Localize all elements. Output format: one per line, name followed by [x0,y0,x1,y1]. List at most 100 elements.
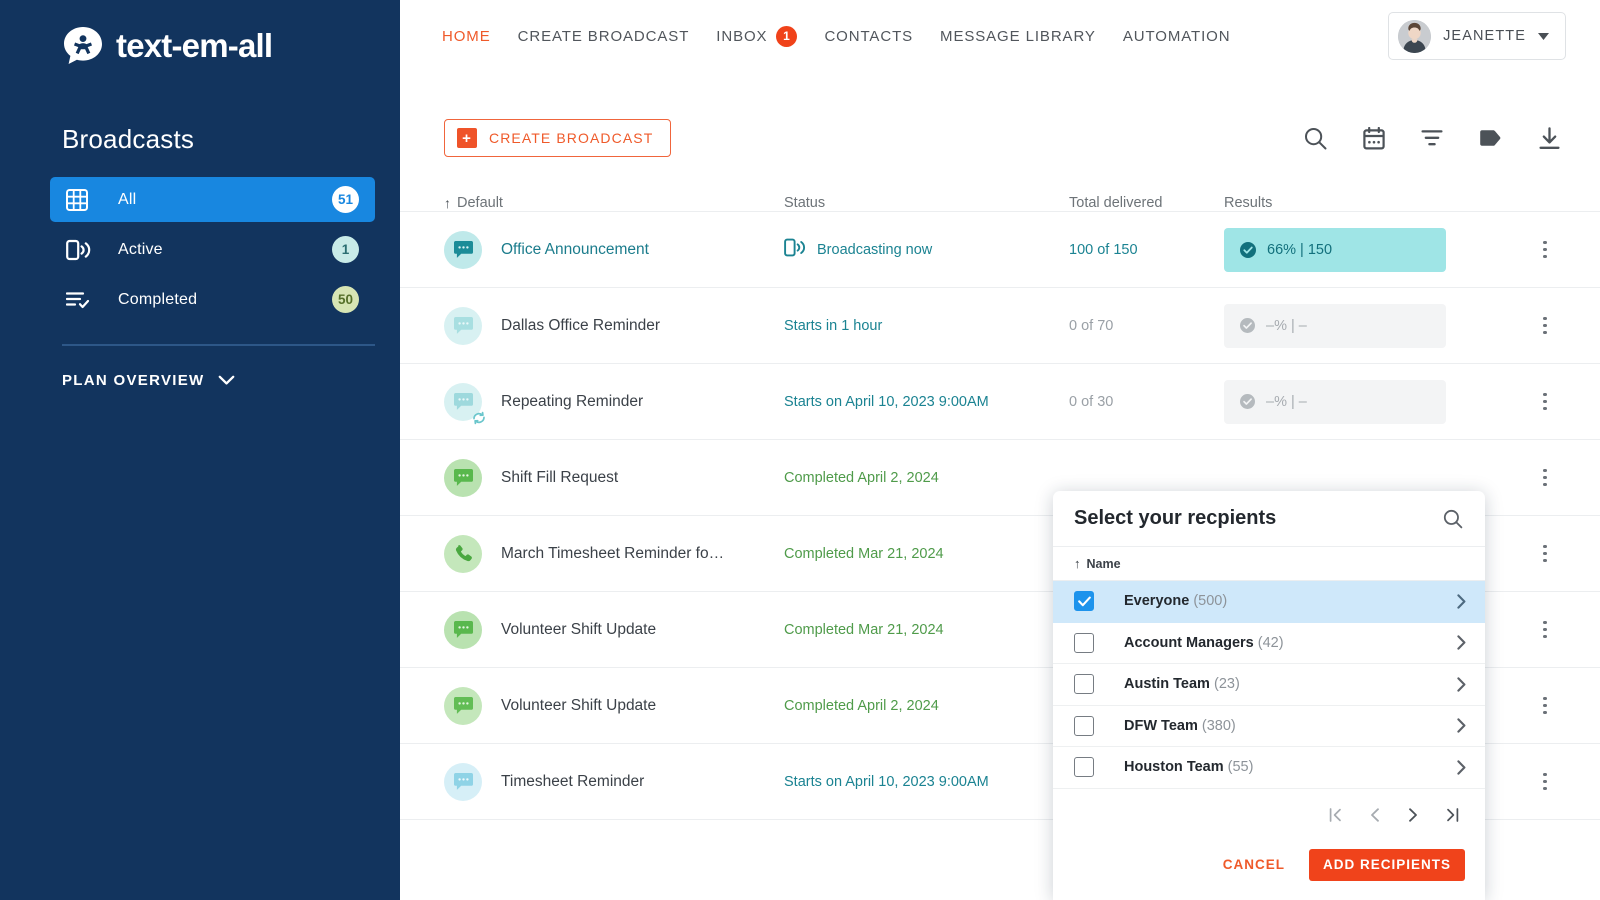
nav-item-message-library[interactable]: MESSAGE LIBRARY [940,28,1123,45]
broadcast-status-cell: Starts on April 10, 2023 9:00AM [784,774,1069,790]
nav-item-automation[interactable]: AUTOMATION [1123,28,1258,45]
search-icon[interactable] [1443,509,1463,529]
search-icon[interactable] [1304,127,1327,150]
toolbar-actions [1304,127,1560,150]
filter-icon[interactable] [1421,129,1443,147]
kebab-menu-icon[interactable] [1530,317,1560,335]
kebab-menu-icon[interactable] [1530,773,1560,791]
repeat-icon [471,410,487,426]
cancel-button[interactable]: CANCEL [1213,849,1295,880]
broadcast-name[interactable]: Office Announcement [501,241,649,259]
broadcast-name[interactable]: Repeating Reminder [501,393,643,411]
dialog-header: Select your recpients [1053,491,1485,547]
sidebar-item-active[interactable]: Active 1 [50,227,375,272]
dialog-title: Select your recpients [1074,507,1443,530]
sidebar-item-label: Completed [118,291,332,309]
recipient-row-austin-team[interactable]: Austin Team (23) [1053,664,1485,706]
kebab-menu-icon[interactable] [1530,697,1560,715]
last-page-icon[interactable] [1446,808,1459,822]
chat-bubble-repeat-icon [444,383,482,421]
broadcast-name[interactable]: Dallas Office Reminder [501,317,660,335]
broadcast-status-cell: Completed Mar 21, 2024 [784,546,1069,562]
table-row[interactable]: Repeating Reminder Starts on April 10, 2… [400,364,1600,440]
sidebar: text-em-all Broadcasts All 51 [0,0,400,900]
top-navigation: HOME CREATE BROADCAST INBOX 1 CONTACTS M… [400,0,1600,72]
add-recipients-button[interactable]: ADD RECIPIENTS [1309,849,1465,881]
chevron-right-icon[interactable] [1457,635,1466,650]
column-header-results[interactable]: Results [1224,195,1560,211]
broadcast-status-label: Starts on April 10, 2023 9:00AM [784,774,989,790]
recipient-row-account-managers[interactable]: Account Managers (42) [1053,623,1485,665]
column-header-name-label: Default [457,195,503,211]
column-header-name[interactable]: ↑ Default [444,195,784,211]
recipient-count: (55) [1228,759,1254,775]
broadcast-name[interactable]: Timesheet Reminder [501,773,644,791]
broadcast-name[interactable]: Volunteer Shift Update [501,697,656,715]
recipient-row-houston-team[interactable]: Houston Team (55) [1053,747,1485,789]
nav-item-create-broadcast[interactable]: CREATE BROADCAST [518,28,717,45]
broadcast-name[interactable]: Shift Fill Request [501,469,618,487]
prev-page-icon[interactable] [1370,808,1380,822]
broadcast-name-cell: Shift Fill Request [444,459,784,497]
results-badge[interactable]: –% | – [1224,380,1446,424]
avatar [1398,20,1431,53]
broadcast-status-label: Completed April 2, 2024 [784,698,939,714]
kebab-menu-icon[interactable] [1530,469,1560,487]
create-broadcast-label: CREATE BROADCAST [489,130,653,146]
sidebar-item-label: Active [118,241,332,259]
download-icon[interactable] [1539,127,1560,150]
recipient-checkbox[interactable] [1074,716,1094,736]
recipient-row-everyone[interactable]: Everyone (500) [1053,581,1485,623]
results-cell: –% | – [1224,304,1560,348]
app-root: text-em-all Broadcasts All 51 [0,0,1600,900]
broadcast-name[interactable]: Volunteer Shift Update [501,621,656,639]
calendar-icon[interactable] [1363,127,1385,150]
results-badge[interactable]: 66% | 150 [1224,228,1446,272]
first-page-icon[interactable] [1329,808,1342,822]
chevron-right-icon[interactable] [1457,760,1466,775]
kebab-menu-icon[interactable] [1530,393,1560,411]
broadcast-status-label: Completed Mar 21, 2024 [784,546,944,562]
chevron-right-icon[interactable] [1457,718,1466,733]
sidebar-item-completed[interactable]: Completed 50 [50,277,375,322]
brand-name: text-em-all [116,27,272,65]
nav-item-contacts[interactable]: CONTACTS [824,28,940,45]
chat-bubble-icon [444,307,482,345]
recipient-checkbox[interactable] [1074,591,1094,611]
recipient-name: Everyone [1124,593,1189,609]
column-header-total-delivered[interactable]: Total delivered [1069,195,1224,211]
column-header-status[interactable]: Status [784,195,1069,211]
brand-logo[interactable]: text-em-all [0,0,400,74]
phone-icon [444,535,482,573]
recipient-checkbox[interactable] [1074,633,1094,653]
table-row[interactable]: Office Announcement Broadcasting now 100… [400,212,1600,288]
broadcast-status-cell: Completed April 2, 2024 [784,470,1069,486]
results-badge[interactable]: –% | – [1224,304,1446,348]
nav-item-home[interactable]: HOME [442,28,518,45]
broadcast-name[interactable]: March Timesheet Reminder fo… [501,545,724,563]
recipient-checkbox[interactable] [1074,757,1094,777]
check-circle-icon [1240,394,1255,409]
table-row[interactable]: Dallas Office Reminder Starts in 1 hour … [400,288,1600,364]
chevron-right-icon[interactable] [1457,594,1466,609]
chat-bubble-icon [444,459,482,497]
recipient-row-dfw-team[interactable]: DFW Team (380) [1053,706,1485,748]
recipient-label: Austin Team (23) [1124,676,1457,692]
kebab-menu-icon[interactable] [1530,621,1560,639]
tag-icon[interactable] [1479,128,1503,148]
next-page-icon[interactable] [1408,808,1418,822]
inbox-unread-badge: 1 [776,26,797,47]
kebab-menu-icon[interactable] [1530,545,1560,563]
create-broadcast-button[interactable]: + CREATE BROADCAST [444,119,671,157]
dialog-list-header[interactable]: ↑ Name [1053,547,1485,581]
sidebar-item-all[interactable]: All 51 [50,177,375,222]
broadcast-status-label: Broadcasting now [817,242,932,258]
recipient-checkbox[interactable] [1074,674,1094,694]
nav-item-inbox[interactable]: INBOX 1 [716,26,824,47]
chevron-right-icon[interactable] [1457,677,1466,692]
user-menu[interactable]: JEANETTE [1388,12,1566,60]
recipient-count: (500) [1193,593,1227,609]
kebab-menu-icon[interactable] [1530,241,1560,259]
plan-overview-toggle[interactable]: PLAN OVERVIEW [0,346,400,389]
recipient-count: (42) [1258,635,1284,651]
